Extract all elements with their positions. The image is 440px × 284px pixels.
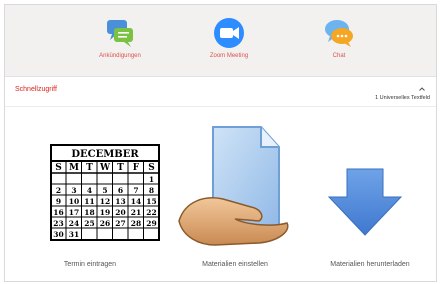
announcements-label: Ankündigungen (99, 53, 141, 59)
tile-materialien-einstellen[interactable]: Materialien einstellen (165, 107, 305, 277)
tile-materialien-herunterladen[interactable]: Materialien herunterladen (305, 107, 435, 277)
svg-text:22: 22 (146, 208, 156, 217)
svg-text:2: 2 (56, 186, 61, 195)
hand-document-icon (178, 126, 289, 246)
quick-access-panel: Ankündigungen Zoom Meeting Chat Schnellz… (4, 4, 437, 282)
svg-text:27: 27 (115, 219, 125, 228)
svg-text:3: 3 (71, 186, 76, 195)
svg-text:20: 20 (115, 208, 125, 217)
svg-text:13: 13 (115, 197, 125, 206)
download-arrow-icon (327, 168, 403, 236)
tile-label-einstellen: Materialien einstellen (202, 261, 268, 268)
svg-text:28: 28 (131, 219, 141, 228)
weekday-fri: F (133, 163, 140, 173)
announcement-chat-icon (107, 20, 133, 47)
svg-text:14: 14 (131, 197, 141, 206)
tile-termin-eintragen[interactable]: DECEMBER S M T W T F S 1 2 3 4 5 6 7 8 9… (25, 107, 160, 277)
svg-text:24: 24 (69, 219, 79, 228)
tile-label-herunterladen: Materialien herunterladen (330, 261, 410, 268)
calendar-icon: DECEMBER S M T W T F S 1 2 3 4 5 6 7 8 9… (50, 144, 160, 241)
svg-text:8: 8 (149, 186, 154, 195)
chat-link[interactable]: Chat (294, 17, 384, 59)
svg-text:26: 26 (100, 219, 110, 228)
svg-text:12: 12 (100, 197, 110, 206)
zoom-meeting-label: Zoom Meeting (209, 53, 249, 59)
svg-text:21: 21 (131, 208, 141, 217)
section-title: Schnellzugriff (15, 86, 57, 93)
svg-text:7: 7 (133, 186, 138, 195)
section-header: Schnellzugriff 1 Universelles Textfeld (5, 77, 436, 107)
zoom-camera-icon (214, 18, 244, 48)
svg-text:23: 23 (53, 219, 63, 228)
svg-text:15: 15 (146, 197, 156, 206)
svg-text:1: 1 (149, 175, 154, 184)
chat-bubbles-icon (325, 20, 353, 47)
svg-text:11: 11 (84, 197, 94, 206)
svg-text:31: 31 (69, 230, 79, 239)
weekday-mon: M (69, 163, 79, 173)
svg-text:29: 29 (146, 219, 156, 228)
tile-label-termin: Termin eintragen (63, 261, 117, 268)
chat-label: Chat (332, 53, 346, 59)
zoom-meeting-link[interactable]: Zoom Meeting (184, 17, 274, 59)
svg-text:6: 6 (118, 186, 123, 195)
svg-text:19: 19 (100, 208, 110, 217)
svg-text:25: 25 (84, 219, 94, 228)
svg-text:9: 9 (56, 197, 61, 206)
weekday-sat: S (148, 163, 155, 173)
weekday-wed: W (99, 163, 111, 173)
weekday-tue: T (86, 163, 93, 173)
weekday-sun: S (55, 163, 62, 173)
svg-text:4: 4 (87, 186, 92, 195)
activity-toolbar: Ankündigungen Zoom Meeting Chat (5, 5, 436, 77)
svg-text:5: 5 (102, 186, 107, 195)
svg-text:16: 16 (53, 208, 63, 217)
section-subtitle: 1 Universelles Textfeld (375, 95, 430, 101)
svg-text:18: 18 (84, 208, 94, 217)
calendar-month: DECEMBER (71, 149, 139, 160)
svg-text:10: 10 (69, 197, 79, 206)
svg-text:30: 30 (53, 230, 63, 239)
svg-text:17: 17 (69, 208, 79, 217)
chevron-up-icon[interactable] (418, 85, 426, 93)
announcements-link[interactable]: Ankündigungen (75, 17, 165, 59)
weekday-thu: T (117, 163, 124, 173)
